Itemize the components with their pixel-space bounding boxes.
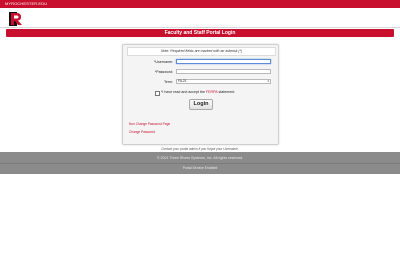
password-label: *Password: xyxy=(154,70,173,74)
non-change-password-link[interactable]: Non Change Password Page xyxy=(129,122,170,126)
username-input[interactable] xyxy=(176,59,271,64)
footer: © 2021 Three Rivers Systems, Inc. All ri… xyxy=(0,152,400,174)
ferpa-checkbox[interactable] xyxy=(155,91,160,96)
change-password-link[interactable]: Change Password xyxy=(129,130,155,134)
university-r-logo[interactable] xyxy=(8,12,26,26)
username-label: *Username: xyxy=(154,60,173,64)
password-input[interactable] xyxy=(176,69,271,74)
ferpa-text-before: *I have read and accept the xyxy=(161,90,206,94)
header-divider xyxy=(0,27,400,28)
term-selected-value: FA-21 xyxy=(178,79,187,83)
footer-divider xyxy=(0,163,400,164)
page-title: Faculty and Staff Portal Login xyxy=(6,29,394,37)
site-link[interactable]: MYROCHESTER.EDU xyxy=(0,1,47,6)
top-bar: MYROCHESTER.EDU xyxy=(0,0,400,8)
ferpa-label: *I have read and accept the FERPA statem… xyxy=(161,90,235,94)
term-label: Term: xyxy=(164,80,173,84)
ferpa-text-after: statement. xyxy=(217,90,236,94)
service-status: Portal Service Enabled xyxy=(182,166,218,170)
login-panel: Note: Required fields are marked with an… xyxy=(122,44,279,145)
ferpa-link[interactable]: FERPA xyxy=(206,90,218,94)
help-text: Contact your portal admin if you forgot … xyxy=(161,147,239,151)
chevron-down-icon: ▾ xyxy=(267,79,269,83)
copyright-text: © 2021 Three Rivers Systems, Inc. All ri… xyxy=(156,156,244,160)
required-note: Note: Required fields are marked with an… xyxy=(127,47,276,56)
term-select[interactable]: FA-21 ▾ xyxy=(176,79,271,84)
login-button[interactable]: Login xyxy=(189,99,213,110)
